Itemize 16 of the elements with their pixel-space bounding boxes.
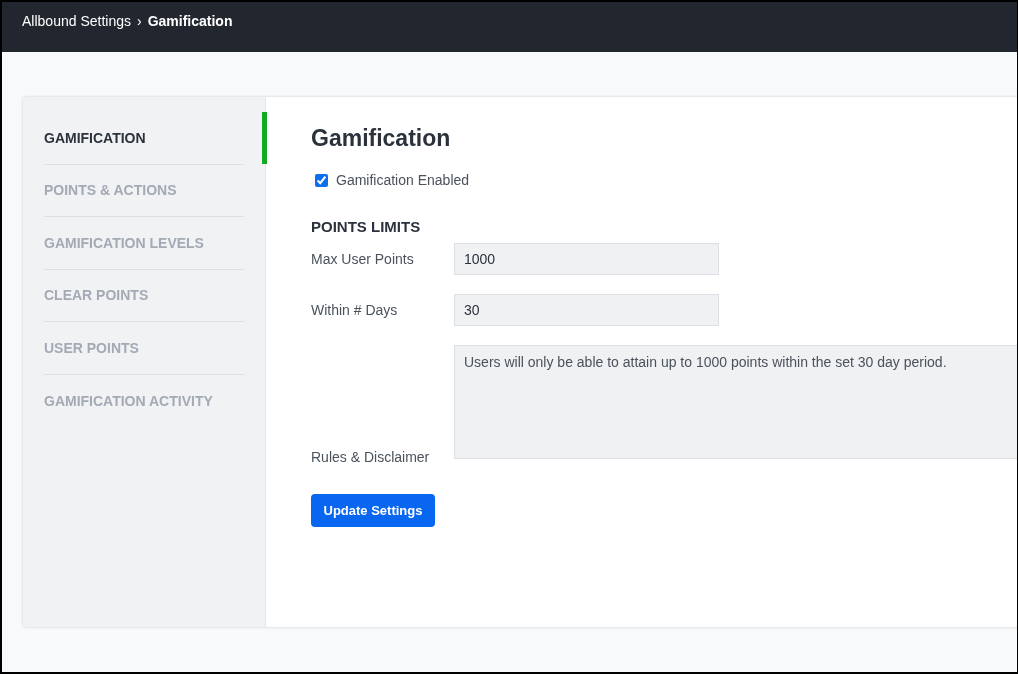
breadcrumb-link[interactable]: Allbound Settings [22, 13, 131, 29]
input-field[interactable]: 30 [454, 294, 719, 326]
sidebar-item[interactable]: GAMIFICATION [44, 112, 244, 165]
field-label: Within # Days [311, 302, 399, 318]
field-label: Max User Points [311, 251, 415, 267]
section-title: POINTS LIMITS [311, 218, 422, 235]
active-indicator [262, 112, 267, 164]
checkbox-label: Gamification Enabled [336, 172, 470, 188]
breadcrumb-separator: › [136, 13, 142, 29]
text-area[interactable]: Users will only be able to attain up to 1000 points within the set 30 day period. [454, 345, 1017, 459]
update-settings-button[interactable]: Update Settings [311, 494, 435, 527]
field-label: Rules & Disclaimer [311, 449, 431, 465]
breadcrumb-current: Gamification [147, 13, 233, 29]
enabled-checkbox[interactable] [315, 173, 328, 187]
input-field[interactable]: 1000 [454, 243, 719, 275]
page-title: Gamification [311, 125, 452, 152]
